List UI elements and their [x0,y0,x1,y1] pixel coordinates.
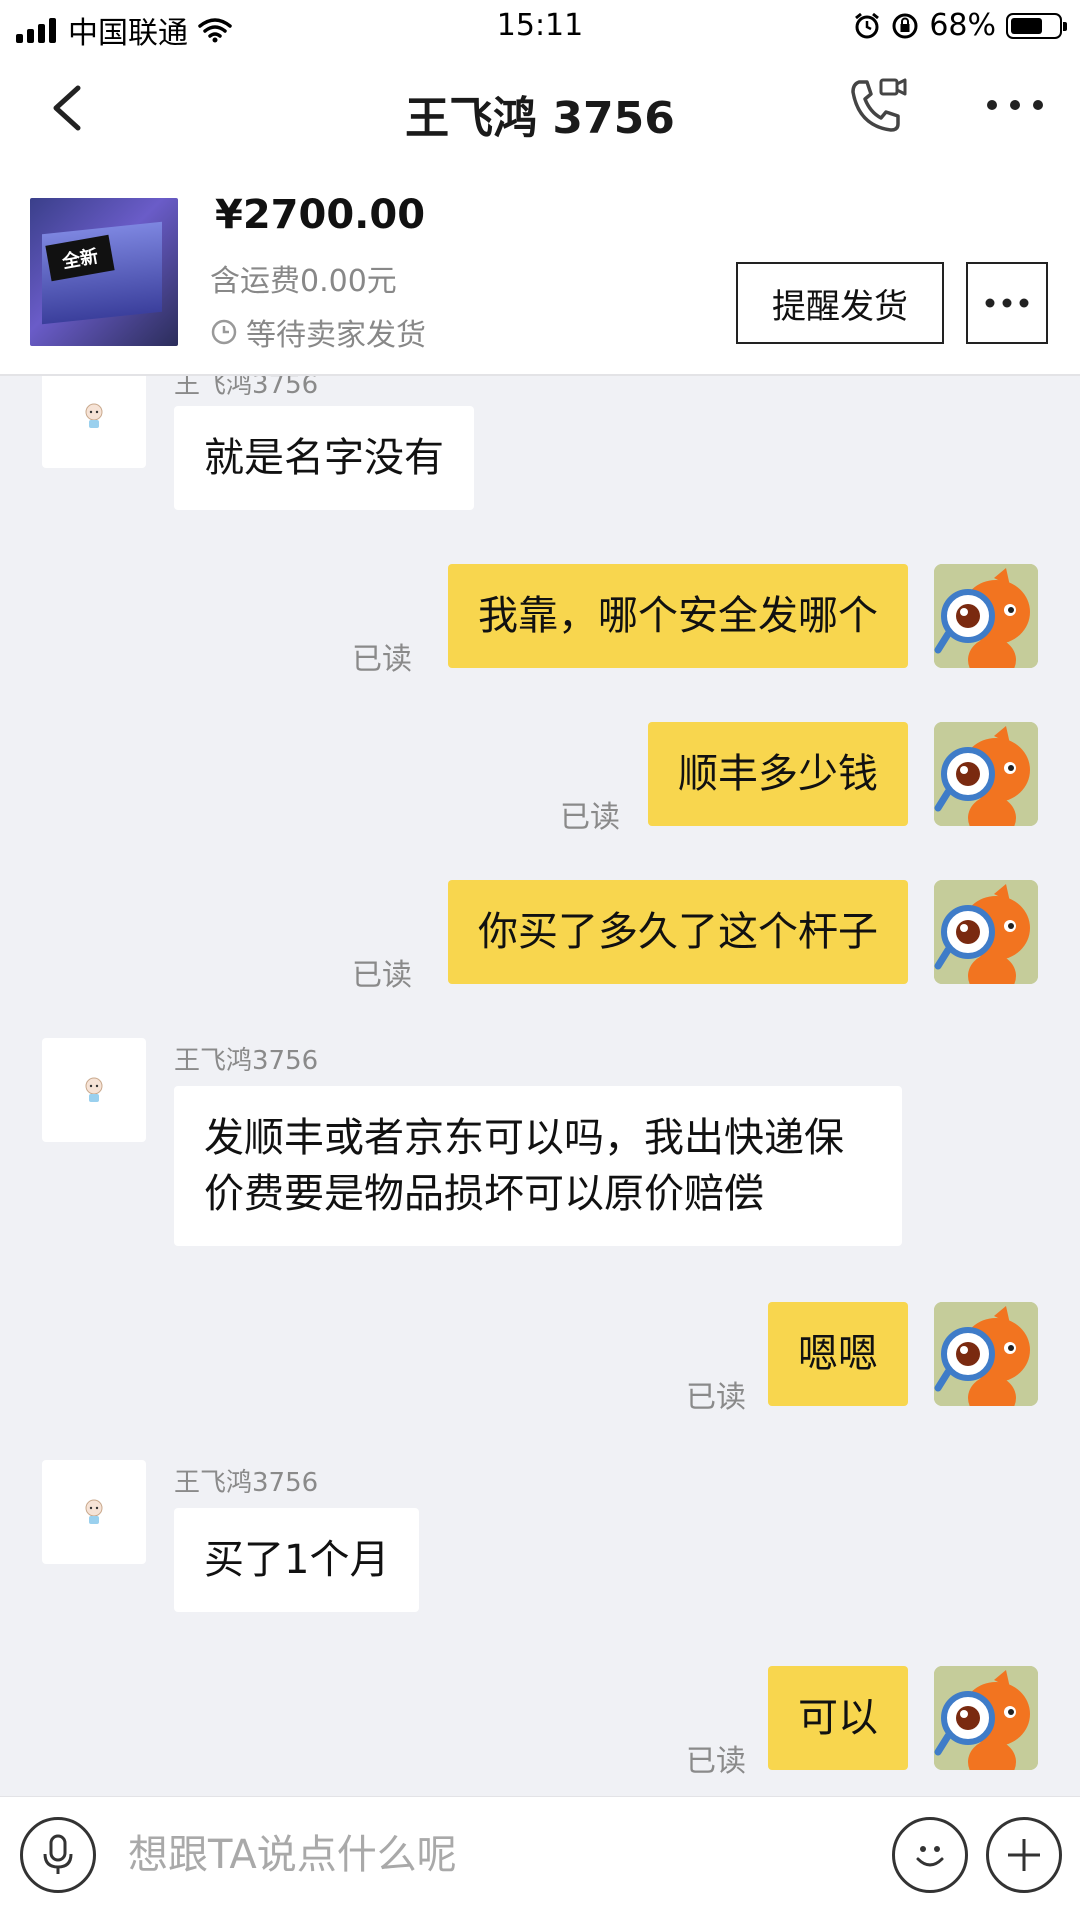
smiley-icon [916,1846,944,1867]
seller-avatar[interactable] [42,376,146,468]
page-title: 王飞鸿 3756 [405,93,675,144]
message-bubble[interactable]: 顺丰多少钱 [648,722,908,826]
order-price: ¥2700.00 [215,192,426,238]
seller-avatar[interactable] [42,1038,146,1142]
voice-button[interactable] [20,1817,96,1893]
message-bubble[interactable]: 就是名字没有 [174,406,474,510]
message-bubble[interactable]: 发顺丰或者京东可以吗，我出快递保价费要是物品损坏可以原价赔偿 [174,1086,902,1246]
input-bar [0,1796,1080,1920]
message-bubble[interactable]: 我靠，哪个安全发哪个 [448,564,908,668]
product-thumbnail[interactable]: 全新 [30,198,178,346]
sender-name: 王飞鸿3756 [174,1468,319,1498]
read-status: 已读 [686,1744,746,1779]
my-avatar[interactable] [934,722,1038,826]
emoji-button[interactable] [892,1817,968,1893]
my-avatar[interactable] [934,564,1038,668]
status-bar: 中国联通 15:11 68% [0,0,1080,52]
order-more-button[interactable] [966,262,1048,344]
battery-percent: 68% [929,8,996,43]
message-input[interactable] [128,1817,868,1893]
sender-name: 王飞鸿3756 [174,1046,319,1076]
order-status: 等待卖家发货 [210,310,426,354]
battery-icon [1006,12,1067,39]
read-status: 已读 [686,1380,746,1415]
more-actions-button[interactable] [986,1817,1062,1893]
order-status-text: 等待卖家发货 [246,318,426,353]
plus-icon [1008,1839,1040,1871]
sender-name: 王飞鸿3756 [174,376,319,400]
read-status: 已读 [352,958,412,993]
rotation-lock-icon [892,13,918,38]
fox-magnifier-icon [934,880,1038,984]
my-avatar[interactable] [934,880,1038,984]
nav-bar: 王飞鸿 3756 [0,60,1080,160]
message-bubble[interactable]: 可以 [768,1666,908,1770]
seller-avatar[interactable] [42,1460,146,1564]
more-icon [985,298,1029,308]
chat-list[interactable]: 王飞鸿3756 就是名字没有 已读 我靠，哪个安全发哪个 已读 顺丰多少钱 已读… [0,376,1080,1796]
alarm-icon [855,12,880,38]
baby-icon [85,403,103,428]
read-status: 已读 [560,800,620,835]
message-bubble[interactable]: 你买了多久了这个杆子 [448,880,908,984]
fox-magnifier-icon [934,722,1038,826]
battery-level [1011,17,1043,34]
header-area: 中国联通 15:11 68% 王飞鸿 3756 全新 ¥2700.00 含运费0… [0,0,1080,376]
message-bubble[interactable]: 买了1个月 [174,1508,420,1612]
my-avatar[interactable] [934,1666,1038,1770]
fox-magnifier-icon [934,1302,1038,1406]
fox-magnifier-icon [934,564,1038,668]
call-icon[interactable] [845,74,909,138]
clock-icon [211,319,237,345]
read-status: 已读 [352,642,412,677]
baby-icon [85,1499,103,1524]
fox-magnifier-icon [934,1666,1038,1770]
remind-shipping-button[interactable]: 提醒发货 [736,262,944,344]
message-bubble[interactable]: 嗯嗯 [768,1302,908,1406]
baby-icon [85,1077,103,1102]
microphone-icon [43,1834,73,1874]
order-shipping: 含运费0.00元 [210,264,397,299]
more-icon[interactable] [980,80,1050,130]
order-card[interactable]: 全新 ¥2700.00 含运费0.00元 等待卖家发货 提醒发货 [0,190,1080,375]
my-avatar[interactable] [934,1302,1038,1406]
